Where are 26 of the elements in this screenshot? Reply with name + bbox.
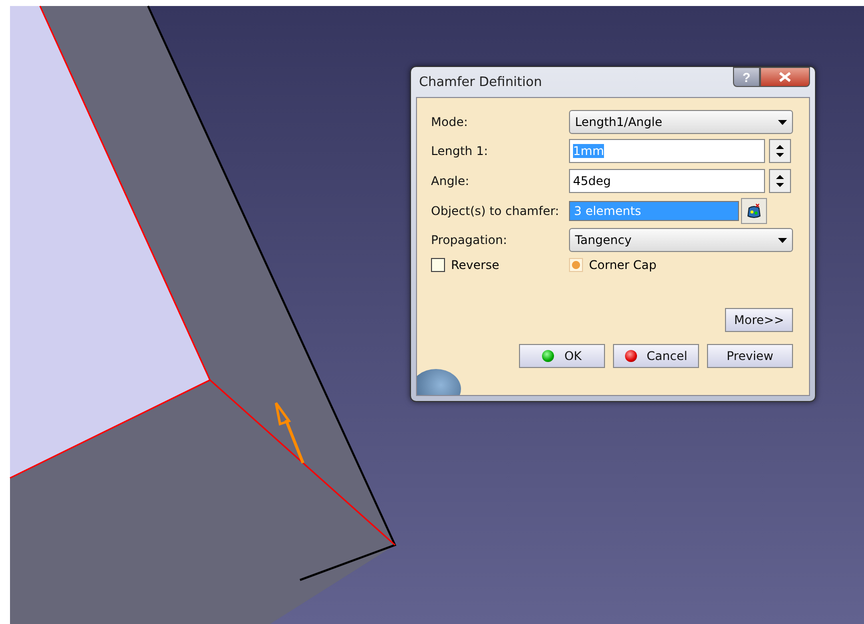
- ball-icon: [542, 350, 554, 362]
- spinner-field[interactable]: 45deg: [569, 169, 765, 193]
- field-label: Angle:: [431, 174, 470, 188]
- field-label: Propagation:: [431, 233, 508, 247]
- caret-icon: [778, 120, 787, 124]
- more-button[interactable]: More>>: [725, 308, 793, 332]
- dialog-button[interactable]: OK: [519, 344, 605, 368]
- field-label: Length 1:: [431, 144, 489, 158]
- close-icon: [779, 72, 791, 82]
- field-label: Mode:: [431, 115, 469, 129]
- checkbox-label: Corner Cap: [589, 258, 657, 272]
- field-label: Object(s) to chamfer:: [431, 204, 560, 218]
- checkbox-label: Reverse: [451, 258, 500, 272]
- ball-icon: [624, 350, 637, 362]
- bag-icon: [746, 203, 762, 219]
- caret-icon: [778, 238, 787, 242]
- dialog-title: Chamfer Definition: [418, 74, 542, 90]
- dialog-button[interactable]: Preview: [707, 344, 793, 368]
- checkbox[interactable]: [431, 258, 445, 272]
- dialog-button[interactable]: Cancel: [613, 344, 699, 368]
- dropdown[interactable]: Length1/Angle: [569, 110, 793, 134]
- dropdown[interactable]: Tangency: [569, 228, 793, 252]
- selection-list-button[interactable]: [741, 198, 767, 224]
- close-button[interactable]: [760, 67, 810, 87]
- spin-buttons-icon[interactable]: [769, 169, 791, 193]
- spin-buttons-icon[interactable]: [769, 139, 791, 163]
